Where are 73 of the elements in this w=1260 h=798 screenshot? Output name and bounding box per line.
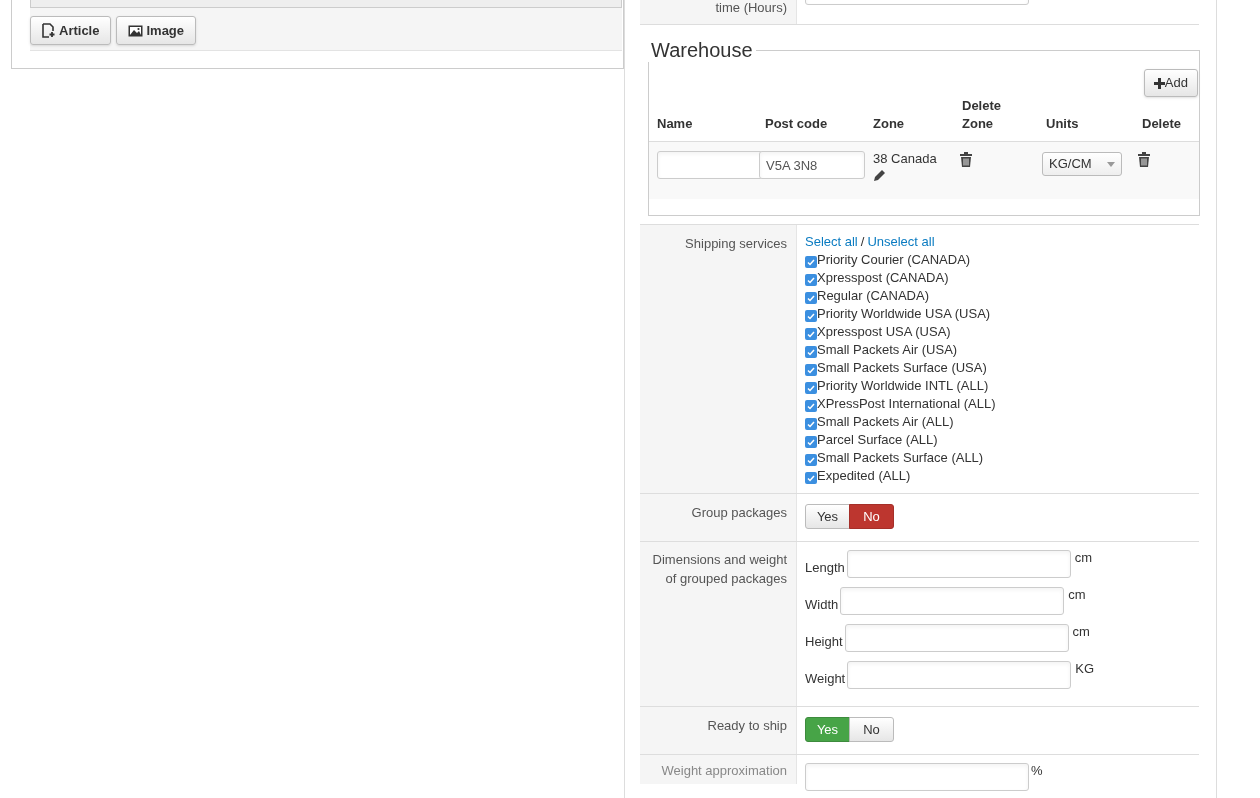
column-header: Units: [1046, 115, 1080, 133]
field-label: time (Hours): [715, 0, 787, 15]
column-header: Zone: [873, 115, 906, 133]
column-header: Delete: [1142, 115, 1183, 133]
checkbox-label: Priority Worldwide USA (USA): [817, 305, 991, 323]
unselect-all-link[interactable]: Unselect all: [867, 233, 935, 251]
checkbox-label: Small Packets Air (ALL): [817, 413, 954, 431]
field-label: Weight: [805, 671, 846, 686]
text-input[interactable]: [805, 763, 1029, 791]
field-label: Dimensions and weight of grouped packages: [652, 552, 787, 586]
unit-label: KG: [1075, 661, 1095, 676]
separator-text: /: [860, 233, 865, 251]
field-label: Group packages: [691, 505, 787, 520]
checkbox-label: Small Packets Surface (ALL): [817, 449, 984, 467]
field-label: Weight approximation: [661, 763, 787, 778]
picture-icon: [128, 24, 144, 37]
field-label: Length: [805, 560, 845, 575]
checkbox[interactable]: [805, 472, 817, 484]
image-button[interactable]: Image: [116, 16, 197, 45]
pencil-icon[interactable]: [873, 168, 887, 182]
field-label: Shipping services: [685, 236, 787, 251]
checkbox[interactable]: [805, 256, 817, 268]
unit-label: %: [1031, 763, 1043, 778]
field-label: Ready to ship: [707, 718, 787, 733]
checkbox[interactable]: [805, 310, 817, 322]
add-button[interactable]: Add: [1143, 69, 1198, 97]
unit-label: cm: [1072, 624, 1090, 639]
checkbox-label: Regular (CANADA): [817, 287, 929, 305]
checkbox[interactable]: [805, 382, 817, 394]
checkbox-label: XPressPost International (ALL): [817, 395, 996, 413]
caret-icon: [1107, 161, 1115, 167]
dimension-input[interactable]: [844, 624, 1069, 652]
document-plus-icon: [42, 23, 56, 38]
checkbox-label: Xpresspost USA (USA): [817, 323, 951, 341]
toggle-option[interactable]: Yes: [805, 504, 850, 529]
field-label: Height: [805, 634, 843, 649]
field-label: Width: [805, 597, 839, 612]
checkbox[interactable]: [805, 328, 817, 340]
checkbox[interactable]: [805, 436, 817, 448]
units-dropdown[interactable]: KG/CM: [1042, 152, 1122, 176]
checkbox-label: Priority Courier (CANADA): [817, 251, 971, 269]
dimension-input[interactable]: [846, 550, 1071, 578]
checkbox-label: Expedited (ALL): [817, 467, 911, 485]
checkbox-label: Small Packets Air (USA): [817, 341, 958, 359]
column-header: Delete Zone: [962, 97, 1003, 133]
checkbox-label: Xpresspost (CANADA): [817, 269, 949, 287]
post-code-input[interactable]: V5A 3N8: [759, 151, 865, 179]
dimension-input[interactable]: [847, 661, 1072, 689]
unit-label: cm: [1068, 587, 1086, 602]
column-header: Post code: [765, 115, 829, 133]
checkbox[interactable]: [805, 418, 817, 430]
toggle-option[interactable]: No: [849, 717, 894, 742]
checkbox[interactable]: [805, 364, 817, 376]
unit-label: cm: [1074, 550, 1093, 565]
checkbox-label: Parcel Surface (ALL): [817, 431, 938, 449]
name-input[interactable]: [657, 151, 763, 179]
trash-icon[interactable]: [1138, 152, 1150, 167]
select-all-link[interactable]: Select all: [805, 233, 858, 251]
checkbox[interactable]: [805, 454, 817, 466]
trash-icon[interactable]: [960, 152, 972, 167]
checkbox[interactable]: [805, 400, 817, 412]
checkbox-label: Priority Worldwide INTL (ALL): [817, 377, 989, 395]
toggle-option[interactable]: No: [849, 504, 894, 529]
checkbox[interactable]: [805, 274, 817, 286]
checkbox[interactable]: [805, 292, 817, 304]
dimension-input[interactable]: [840, 587, 1065, 615]
section-title: Warehouse: [650, 38, 754, 62]
zone-text: 38 Canada: [873, 151, 938, 167]
column-header: Name: [657, 115, 694, 133]
plus-icon: [1153, 77, 1165, 89]
article-button[interactable]: Article: [30, 16, 112, 45]
checkbox-label: Small Packets Surface (USA): [817, 359, 987, 377]
checkbox[interactable]: [805, 346, 817, 358]
